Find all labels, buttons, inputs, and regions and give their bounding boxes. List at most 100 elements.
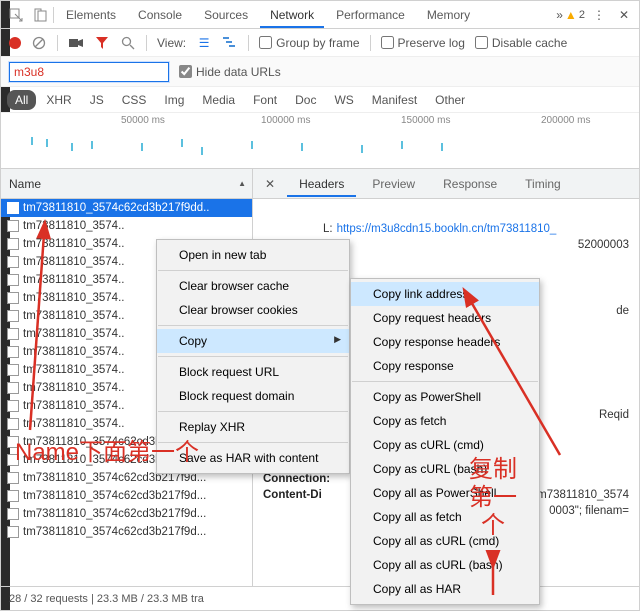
chip-all[interactable]: All xyxy=(7,90,36,110)
tab-sources[interactable]: Sources xyxy=(194,2,258,28)
file-icon xyxy=(7,490,19,502)
tab-performance[interactable]: Performance xyxy=(326,2,415,28)
group-label: Group by frame xyxy=(276,36,359,50)
request-row[interactable]: tm73811810_3574c62cd3b217f9d... xyxy=(1,505,252,523)
clear-icon[interactable] xyxy=(31,35,47,51)
group-by-frame-checkbox[interactable]: Group by frame xyxy=(259,36,359,50)
tab-network[interactable]: Network xyxy=(260,2,324,28)
request-row[interactable]: tm73811810_3574c62cd3b217f9dd.. xyxy=(1,199,252,217)
waterfall-overview[interactable]: 50000 ms 100000 ms 150000 ms 200000 ms xyxy=(1,113,639,169)
tab-headers[interactable]: Headers xyxy=(287,171,356,197)
filter-input[interactable] xyxy=(9,62,169,82)
chip-img[interactable]: Img xyxy=(156,90,192,110)
menu-copy-all-fetch[interactable]: Copy all as fetch xyxy=(351,505,539,529)
request-row[interactable]: tm73811810_3574.. xyxy=(1,217,252,235)
menu-save-har[interactable]: Save as HAR with content xyxy=(157,446,349,470)
device-icon[interactable] xyxy=(29,4,51,26)
menu-copy-all-curl-bash[interactable]: Copy all as cURL (bash) xyxy=(351,553,539,577)
tab-console[interactable]: Console xyxy=(128,2,192,28)
request-name: tm73811810_3574.. xyxy=(23,346,124,358)
menu-copy-response[interactable]: Copy response xyxy=(351,354,539,378)
file-icon xyxy=(7,508,19,520)
divider xyxy=(57,35,58,51)
chip-font[interactable]: Font xyxy=(245,90,285,110)
request-name: tm73811810_3574.. xyxy=(23,310,124,322)
menu-clear-cache[interactable]: Clear browser cache xyxy=(157,274,349,298)
more-tabs-icon[interactable]: » xyxy=(556,8,563,22)
chip-other[interactable]: Other xyxy=(427,90,473,110)
menu-divider xyxy=(158,442,348,443)
request-name: tm73811810_3574.. xyxy=(23,328,124,340)
menu-copy-curl-bash[interactable]: Copy as cURL (bash) xyxy=(351,457,539,481)
disable-cache-label: Disable cache xyxy=(492,36,567,50)
request-name: tm73811810_3574.. xyxy=(23,382,124,394)
chip-media[interactable]: Media xyxy=(194,90,243,110)
search-icon[interactable] xyxy=(120,35,136,51)
chip-ws[interactable]: WS xyxy=(326,90,361,110)
menu-divider xyxy=(352,381,538,382)
menu-block-url[interactable]: Block request URL xyxy=(157,360,349,384)
menu-copy-all-curl-cmd[interactable]: Copy all as cURL (cmd) xyxy=(351,529,539,553)
filter-icon[interactable] xyxy=(94,35,110,51)
warnings-badge[interactable]: ▲ 2 xyxy=(565,8,585,22)
chip-xhr[interactable]: XHR xyxy=(38,90,79,110)
menu-copy-link[interactable]: Copy link address xyxy=(351,282,539,306)
inspect-icon[interactable] xyxy=(5,4,27,26)
hdr-val: 0003"; filenam= xyxy=(549,505,629,517)
hide-data-urls-checkbox[interactable]: Hide data URLs xyxy=(179,65,281,79)
menu-copy-req-headers[interactable]: Copy request headers xyxy=(351,306,539,330)
request-url[interactable]: https://m3u8cdn15.bookln.cn/tm73811810_ xyxy=(337,223,557,235)
menu-copy-resp-headers[interactable]: Copy response headers xyxy=(351,330,539,354)
context-menu: Open in new tab Clear browser cache Clea… xyxy=(156,239,350,474)
divider xyxy=(146,35,147,51)
menu-divider xyxy=(158,270,348,271)
menu-block-domain[interactable]: Block request domain xyxy=(157,384,349,408)
tab-elements[interactable]: Elements xyxy=(56,2,126,28)
tab-timing[interactable]: Timing xyxy=(513,171,573,197)
file-icon xyxy=(7,400,19,412)
chip-js[interactable]: JS xyxy=(82,90,112,110)
request-name: tm73811810_3574.. xyxy=(23,364,124,376)
chip-doc[interactable]: Doc xyxy=(287,90,324,110)
request-name: tm73811810_3574.. xyxy=(23,220,124,232)
disable-cache-checkbox[interactable]: Disable cache xyxy=(475,36,567,50)
record-button[interactable] xyxy=(9,37,21,49)
wf-tick: 200000 ms xyxy=(541,115,590,126)
large-rows-icon[interactable]: ☰ xyxy=(196,35,212,51)
menu-copy-fetch[interactable]: Copy as fetch xyxy=(351,409,539,433)
detail-tabs: ✕ Headers Preview Response Timing xyxy=(253,169,639,199)
hdr-key: Content-Di xyxy=(263,489,363,501)
menu-open-new-tab[interactable]: Open in new tab xyxy=(157,243,349,267)
request-row[interactable]: tm73811810_3574c62cd3b217f9d... xyxy=(1,487,252,505)
kebab-menu-icon[interactable]: ⋮ xyxy=(587,8,611,22)
request-row[interactable]: tm73811810_3574c62cd3b217f9d... xyxy=(1,523,252,541)
menu-copy-all-powershell[interactable]: Copy all as PowerShell xyxy=(351,481,539,505)
preserve-log-checkbox[interactable]: Preserve log xyxy=(381,36,465,50)
url-label: L: xyxy=(323,223,333,235)
waterfall-icon[interactable] xyxy=(222,35,238,51)
request-name: tm73811810_3574.. xyxy=(23,238,124,250)
file-icon xyxy=(7,382,19,394)
chip-manifest[interactable]: Manifest xyxy=(364,90,425,110)
chip-css[interactable]: CSS xyxy=(114,90,155,110)
file-icon xyxy=(7,454,19,466)
menu-divider xyxy=(158,411,348,412)
camera-icon[interactable] xyxy=(68,35,84,51)
tab-response[interactable]: Response xyxy=(431,171,509,197)
status-text: 28 / 32 requests | 23.3 MB / 23.3 MB tra xyxy=(9,593,204,605)
tab-memory[interactable]: Memory xyxy=(417,2,480,28)
close-devtools-icon[interactable]: ✕ xyxy=(613,8,635,22)
menu-copy[interactable]: Copy▶ xyxy=(157,329,349,353)
request-name: tm73811810_3574.. xyxy=(23,256,124,268)
menu-copy-all-har[interactable]: Copy all as HAR xyxy=(351,577,539,601)
file-icon xyxy=(7,472,19,484)
menu-clear-cookies[interactable]: Clear browser cookies xyxy=(157,298,349,322)
tab-preview[interactable]: Preview xyxy=(360,171,427,197)
menu-copy-curl-cmd[interactable]: Copy as cURL (cmd) xyxy=(351,433,539,457)
menu-copy-powershell[interactable]: Copy as PowerShell xyxy=(351,385,539,409)
file-icon xyxy=(7,526,19,538)
menu-replay-xhr[interactable]: Replay XHR xyxy=(157,415,349,439)
file-icon xyxy=(7,220,19,232)
name-column-header[interactable]: Name▲ xyxy=(1,169,252,199)
close-detail-icon[interactable]: ✕ xyxy=(257,177,283,191)
